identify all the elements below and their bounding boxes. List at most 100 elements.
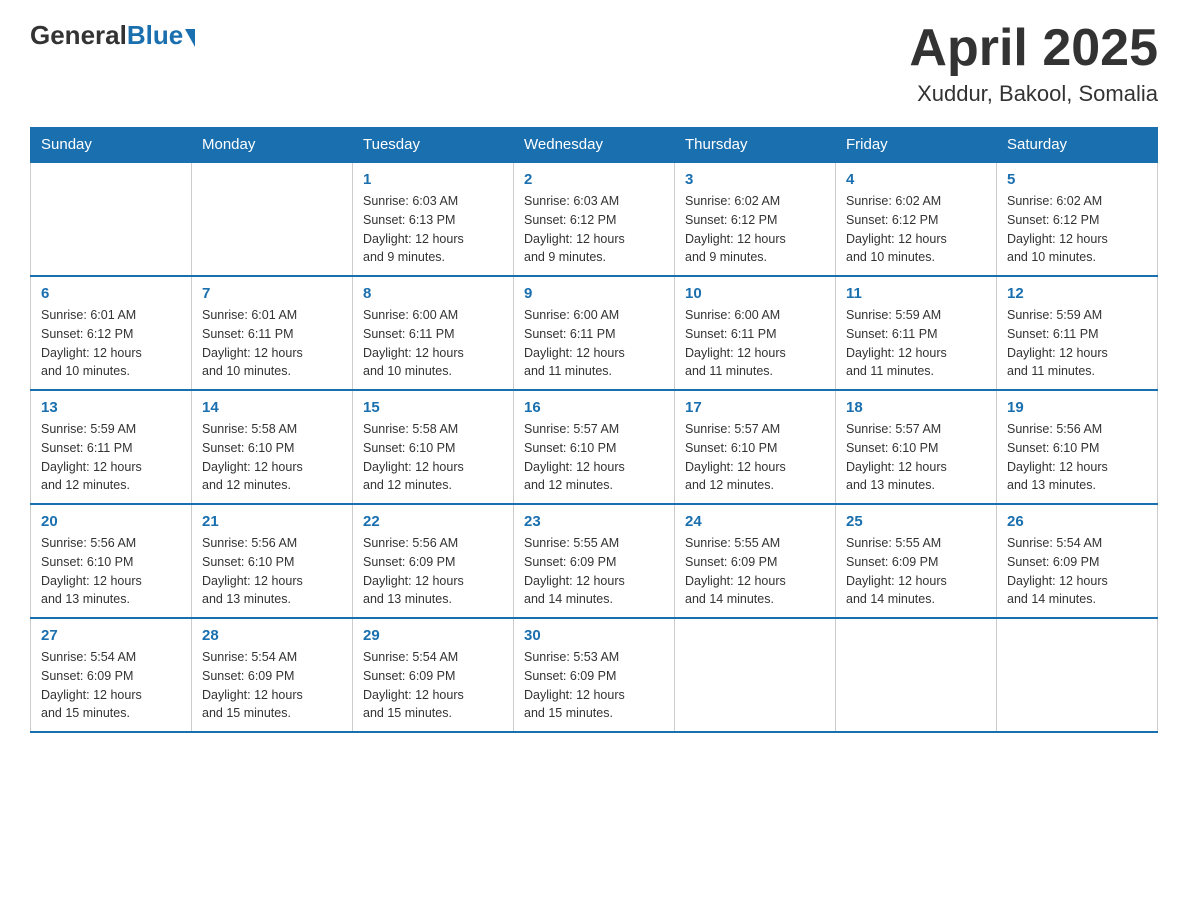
day-info-16: Sunrise: 5:57 AM Sunset: 6:10 PM Dayligh… — [524, 420, 664, 495]
day-info-24: Sunrise: 5:55 AM Sunset: 6:09 PM Dayligh… — [685, 534, 825, 609]
day-number-25: 25 — [846, 513, 986, 530]
day-info-29: Sunrise: 5:54 AM Sunset: 6:09 PM Dayligh… — [363, 648, 503, 723]
calendar-cell-w5-d6 — [997, 618, 1158, 732]
day-info-27: Sunrise: 5:54 AM Sunset: 6:09 PM Dayligh… — [41, 648, 181, 723]
title-section: April 2025 Xuddur, Bakool, Somalia — [909, 20, 1158, 107]
calendar-week-row-3: 13 Sunrise: 5:59 AM Sunset: 6:11 PM Dayli… — [31, 390, 1158, 504]
col-wednesday: Wednesday — [514, 128, 675, 163]
day-number-3: 3 — [685, 171, 825, 188]
day-info-22: Sunrise: 5:56 AM Sunset: 6:09 PM Dayligh… — [363, 534, 503, 609]
logo-triangle-icon — [185, 29, 195, 47]
day-info-26: Sunrise: 5:54 AM Sunset: 6:09 PM Dayligh… — [1007, 534, 1147, 609]
day-number-2: 2 — [524, 171, 664, 188]
calendar-cell-w5-d5 — [836, 618, 997, 732]
day-info-28: Sunrise: 5:54 AM Sunset: 6:09 PM Dayligh… — [202, 648, 342, 723]
day-info-19: Sunrise: 5:56 AM Sunset: 6:10 PM Dayligh… — [1007, 420, 1147, 495]
logo-general-text: General — [30, 20, 127, 51]
day-number-22: 22 — [363, 513, 503, 530]
day-number-12: 12 — [1007, 285, 1147, 302]
calendar-cell-w2-d3: 9 Sunrise: 6:00 AM Sunset: 6:11 PM Daylig… — [514, 276, 675, 390]
month-year-title: April 2025 — [909, 20, 1158, 77]
calendar-cell-w2-d1: 7 Sunrise: 6:01 AM Sunset: 6:11 PM Daylig… — [192, 276, 353, 390]
day-number-4: 4 — [846, 171, 986, 188]
calendar-cell-w1-d6: 5 Sunrise: 6:02 AM Sunset: 6:12 PM Daylig… — [997, 162, 1158, 276]
calendar-cell-w5-d1: 28 Sunrise: 5:54 AM Sunset: 6:09 PM Dayli… — [192, 618, 353, 732]
day-number-1: 1 — [363, 171, 503, 188]
day-number-14: 14 — [202, 399, 342, 416]
day-info-14: Sunrise: 5:58 AM Sunset: 6:10 PM Dayligh… — [202, 420, 342, 495]
day-number-13: 13 — [41, 399, 181, 416]
calendar-table: Sunday Monday Tuesday Wednesday Thursday… — [30, 127, 1158, 733]
day-info-6: Sunrise: 6:01 AM Sunset: 6:12 PM Dayligh… — [41, 306, 181, 381]
day-number-29: 29 — [363, 627, 503, 644]
day-info-5: Sunrise: 6:02 AM Sunset: 6:12 PM Dayligh… — [1007, 192, 1147, 267]
logo: General Blue — [30, 20, 195, 51]
day-info-25: Sunrise: 5:55 AM Sunset: 6:09 PM Dayligh… — [846, 534, 986, 609]
calendar-cell-w3-d3: 16 Sunrise: 5:57 AM Sunset: 6:10 PM Dayli… — [514, 390, 675, 504]
day-info-4: Sunrise: 6:02 AM Sunset: 6:12 PM Dayligh… — [846, 192, 986, 267]
calendar-cell-w2-d5: 11Sunrise: 5:59 AM Sunset: 6:11 PM Dayli… — [836, 276, 997, 390]
day-number-19: 19 — [1007, 399, 1147, 416]
calendar-cell-w2-d4: 10Sunrise: 6:00 AM Sunset: 6:11 PM Dayli… — [675, 276, 836, 390]
calendar-cell-w3-d0: 13 Sunrise: 5:59 AM Sunset: 6:11 PM Dayli… — [31, 390, 192, 504]
day-number-10: 10 — [685, 285, 825, 302]
day-info-21: Sunrise: 5:56 AM Sunset: 6:10 PM Dayligh… — [202, 534, 342, 609]
day-info-9: Sunrise: 6:00 AM Sunset: 6:11 PM Dayligh… — [524, 306, 664, 381]
calendar-cell-w1-d3: 2 Sunrise: 6:03 AM Sunset: 6:12 PM Daylig… — [514, 162, 675, 276]
day-number-24: 24 — [685, 513, 825, 530]
calendar-cell-w5-d2: 29 Sunrise: 5:54 AM Sunset: 6:09 PM Dayli… — [353, 618, 514, 732]
day-info-30: Sunrise: 5:53 AM Sunset: 6:09 PM Dayligh… — [524, 648, 664, 723]
col-monday: Monday — [192, 128, 353, 163]
day-info-15: Sunrise: 5:58 AM Sunset: 6:10 PM Dayligh… — [363, 420, 503, 495]
calendar-cell-w3-d1: 14 Sunrise: 5:58 AM Sunset: 6:10 PM Dayli… — [192, 390, 353, 504]
location-subtitle: Xuddur, Bakool, Somalia — [909, 81, 1158, 107]
col-friday: Friday — [836, 128, 997, 163]
day-number-30: 30 — [524, 627, 664, 644]
calendar-cell-w3-d2: 15 Sunrise: 5:58 AM Sunset: 6:10 PM Dayli… — [353, 390, 514, 504]
day-info-7: Sunrise: 6:01 AM Sunset: 6:11 PM Dayligh… — [202, 306, 342, 381]
calendar-header-row: Sunday Monday Tuesday Wednesday Thursday… — [31, 128, 1158, 163]
day-number-5: 5 — [1007, 171, 1147, 188]
day-number-11: 11 — [846, 285, 986, 302]
calendar-cell-w3-d4: 17 Sunrise: 5:57 AM Sunset: 6:10 PM Dayli… — [675, 390, 836, 504]
day-number-16: 16 — [524, 399, 664, 416]
calendar-cell-w4-d6: 26 Sunrise: 5:54 AM Sunset: 6:09 PM Dayli… — [997, 504, 1158, 618]
calendar-cell-w5-d0: 27 Sunrise: 5:54 AM Sunset: 6:09 PM Dayli… — [31, 618, 192, 732]
day-number-20: 20 — [41, 513, 181, 530]
calendar-cell-w2-d0: 6 Sunrise: 6:01 AM Sunset: 6:12 PM Daylig… — [31, 276, 192, 390]
day-number-23: 23 — [524, 513, 664, 530]
col-thursday: Thursday — [675, 128, 836, 163]
col-tuesday: Tuesday — [353, 128, 514, 163]
day-info-17: Sunrise: 5:57 AM Sunset: 6:10 PM Dayligh… — [685, 420, 825, 495]
calendar-week-row-4: 20 Sunrise: 5:56 AM Sunset: 6:10 PM Dayli… — [31, 504, 1158, 618]
calendar-cell-w3-d5: 18Sunrise: 5:57 AM Sunset: 6:10 PM Dayli… — [836, 390, 997, 504]
day-number-18: 18 — [846, 399, 986, 416]
day-info-23: Sunrise: 5:55 AM Sunset: 6:09 PM Dayligh… — [524, 534, 664, 609]
calendar-cell-w4-d2: 22 Sunrise: 5:56 AM Sunset: 6:09 PM Dayli… — [353, 504, 514, 618]
calendar-cell-w4-d4: 24 Sunrise: 5:55 AM Sunset: 6:09 PM Dayli… — [675, 504, 836, 618]
day-number-17: 17 — [685, 399, 825, 416]
day-number-21: 21 — [202, 513, 342, 530]
day-info-12: Sunrise: 5:59 AM Sunset: 6:11 PM Dayligh… — [1007, 306, 1147, 381]
page-header: General Blue April 2025 Xuddur, Bakool, … — [30, 20, 1158, 107]
logo-blue-text: Blue — [127, 20, 183, 51]
col-saturday: Saturday — [997, 128, 1158, 163]
day-info-13: Sunrise: 5:59 AM Sunset: 6:11 PM Dayligh… — [41, 420, 181, 495]
calendar-cell-w4-d3: 23 Sunrise: 5:55 AM Sunset: 6:09 PM Dayli… — [514, 504, 675, 618]
calendar-cell-w1-d1 — [192, 162, 353, 276]
calendar-cell-w4-d0: 20Sunrise: 5:56 AM Sunset: 6:10 PM Dayli… — [31, 504, 192, 618]
calendar-cell-w1-d4: 3 Sunrise: 6:02 AM Sunset: 6:12 PM Daylig… — [675, 162, 836, 276]
day-number-15: 15 — [363, 399, 503, 416]
day-number-9: 9 — [524, 285, 664, 302]
day-number-27: 27 — [41, 627, 181, 644]
calendar-cell-w3-d6: 19 Sunrise: 5:56 AM Sunset: 6:10 PM Dayli… — [997, 390, 1158, 504]
day-number-26: 26 — [1007, 513, 1147, 530]
calendar-cell-w1-d0 — [31, 162, 192, 276]
day-info-8: Sunrise: 6:00 AM Sunset: 6:11 PM Dayligh… — [363, 306, 503, 381]
day-number-6: 6 — [41, 285, 181, 302]
day-number-7: 7 — [202, 285, 342, 302]
day-info-3: Sunrise: 6:02 AM Sunset: 6:12 PM Dayligh… — [685, 192, 825, 267]
calendar-cell-w2-d2: 8Sunrise: 6:00 AM Sunset: 6:11 PM Daylig… — [353, 276, 514, 390]
day-info-2: Sunrise: 6:03 AM Sunset: 6:12 PM Dayligh… — [524, 192, 664, 267]
day-number-28: 28 — [202, 627, 342, 644]
